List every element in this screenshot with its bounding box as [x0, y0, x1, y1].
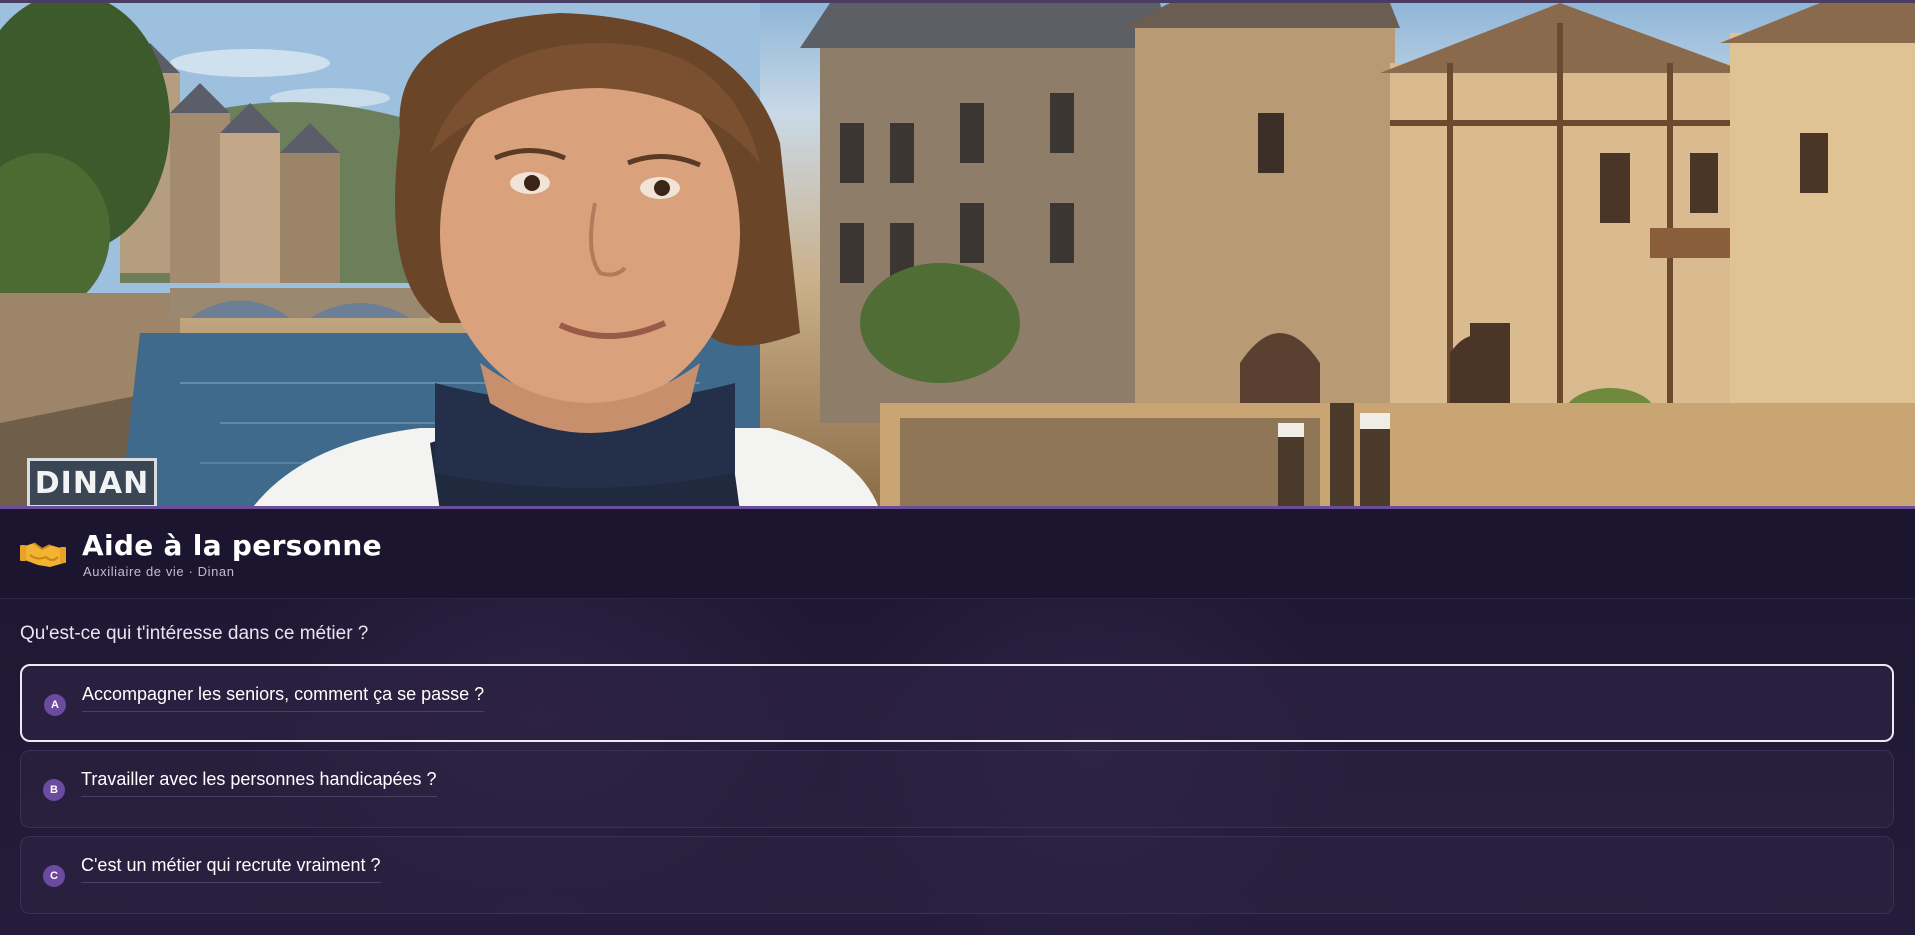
handshake-icon: [20, 542, 66, 567]
page-subtitle: Auxiliaire de vie · Dinan: [83, 564, 235, 579]
option-letter-badge: A: [44, 694, 66, 716]
option-c-button[interactable]: C C'est un métier qui recrute vraiment ?: [20, 836, 1894, 914]
option-a-button[interactable]: A Accompagner les seniors, comment ça se…: [20, 664, 1894, 742]
option-letter-badge: C: [43, 865, 65, 887]
dinan-street-illustration: [0, 3, 1915, 508]
dinan-sign: DINAN: [27, 458, 157, 508]
option-label: Accompagner les seniors, comment ça se p…: [82, 684, 485, 712]
option-b-button[interactable]: B Travailler avec les personnes handicap…: [20, 750, 1894, 828]
question-prompt: Qu'est-ce qui t'intéresse dans ce métier…: [20, 623, 369, 644]
option-letter-badge: B: [43, 779, 65, 801]
page-header: Aide à la personne Auxiliaire de vie · D…: [0, 509, 1915, 599]
question-panel: Qu'est-ce qui t'intéresse dans ce métier…: [0, 599, 1915, 935]
hero-scene: DINAN: [0, 0, 1915, 508]
option-label: C'est un métier qui recrute vraiment ?: [81, 855, 381, 883]
page-title: Aide à la personne: [82, 529, 382, 562]
option-label: Travailler avec les personnes handicapée…: [81, 769, 437, 797]
